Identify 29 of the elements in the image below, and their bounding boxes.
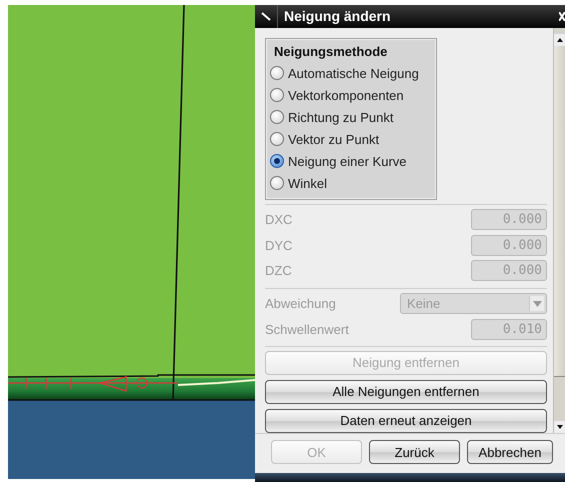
radio-label[interactable]: Automatische Neigung [288,66,419,80]
radio-label[interactable]: Vektorkomponenten [288,88,404,102]
radio-label[interactable]: Neigung einer Kurve [288,154,407,168]
radio-button[interactable] [270,66,284,80]
push-button[interactable]: Alle Neigungen entfernen [265,380,547,404]
scroll-up-icon[interactable] [554,34,565,46]
radio-label[interactable]: Vektor zu Punkt [288,132,380,146]
radio-label[interactable]: Winkel [288,176,328,190]
field-label: Schwellenwert [265,322,349,337]
field-label: DXC [265,212,292,228]
scroll-down-icon[interactable] [554,421,565,433]
push-button[interactable]: Zurück [369,440,460,464]
scrollbar-thumb[interactable] [554,46,565,377]
radio-button[interactable] [270,132,284,146]
radio-button[interactable] [270,176,284,190]
field-label: DZC [265,263,292,278]
group-title: Neigungsmethode [274,44,388,59]
push-button[interactable]: Abbrechen [467,440,553,464]
radio-button[interactable] [270,88,284,102]
radio-button[interactable] [270,154,284,168]
field-label: DYC [265,238,292,253]
push-button[interactable]: Daten erneut anzeigen [265,408,547,433]
pin-icon [261,12,271,22]
close-icon[interactable] [559,12,565,21]
field-label: Abweichung [265,296,336,312]
window-title: Neigung ändern [277,5,391,28]
dropdown-arrow-icon [532,300,542,307]
radio-label[interactable]: Richtung zu Punkt [288,110,394,124]
radio-button[interactable] [270,110,284,124]
